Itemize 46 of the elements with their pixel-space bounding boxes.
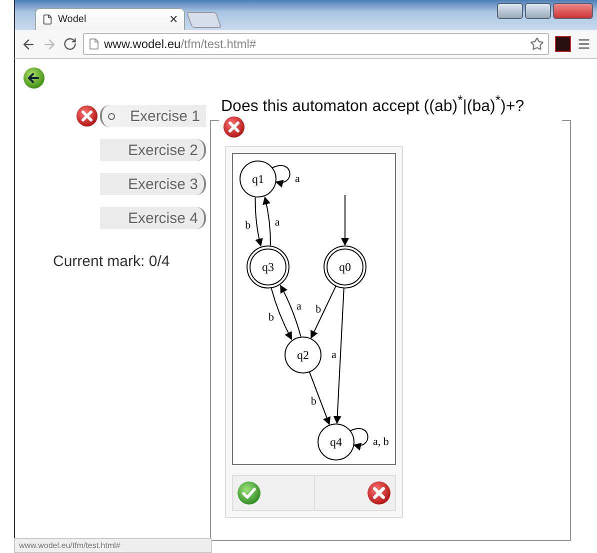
transition-arrow xyxy=(350,428,368,450)
status-bar: www.wodel.eu/tfm/test.html# xyxy=(14,538,212,553)
transition-label: b xyxy=(310,396,316,408)
transition-arrow xyxy=(270,288,292,340)
transition-label: a, b xyxy=(373,436,389,448)
minimize-button[interactable] xyxy=(497,3,523,19)
state-label: q1 xyxy=(252,172,264,186)
back-icon[interactable] xyxy=(21,36,36,52)
exercise-tab[interactable]: Exercise 1 xyxy=(100,105,206,127)
check-icon xyxy=(237,481,261,506)
transition-arrow xyxy=(262,196,271,246)
bookmark-star-icon[interactable] xyxy=(530,37,544,51)
reload-icon[interactable] xyxy=(63,37,77,51)
state-label: q2 xyxy=(297,348,309,362)
tab-title: Wodel xyxy=(58,14,88,25)
transition-arrow xyxy=(272,165,290,188)
transition-label: b xyxy=(245,220,251,232)
current-mark: Current mark: 0/4 xyxy=(53,253,171,270)
question-text: Does this automaton accept ((ab)$^{*}$|(ba)$^{*}$)+? xyxy=(221,93,526,116)
transition-arrow xyxy=(254,197,263,247)
state-label: q3 xyxy=(262,260,274,274)
exercise-tab[interactable]: Exercise 4 xyxy=(100,207,206,229)
transition-arrow xyxy=(280,285,302,338)
transition-arrow xyxy=(308,372,331,426)
url-host: www.wodel.eu xyxy=(104,37,181,51)
address-bar[interactable]: www.wodel.eu/tfm/test.html# xyxy=(83,33,549,55)
menu-icon[interactable] xyxy=(577,37,591,51)
transition-label: b xyxy=(268,312,274,324)
exercise-tab[interactable]: Exercise 3 xyxy=(100,173,206,195)
transition-label: a xyxy=(296,300,302,313)
page-icon xyxy=(88,38,100,50)
exercise-tab[interactable]: Exercise 2 xyxy=(100,139,206,161)
browser-tab[interactable]: Wodel ✕ xyxy=(35,8,185,30)
close-tab-icon[interactable]: ✕ xyxy=(169,13,178,26)
maximize-button[interactable] xyxy=(525,3,551,19)
state-label: q4 xyxy=(330,435,342,450)
transition-label: b xyxy=(316,304,322,316)
pdf-icon[interactable] xyxy=(555,36,571,52)
transition-label: a xyxy=(295,173,300,186)
state-label: q0 xyxy=(339,260,351,274)
page-icon xyxy=(42,14,53,25)
transition-label: a xyxy=(274,216,280,229)
close-window-button[interactable] xyxy=(553,3,593,19)
transition-label: a xyxy=(332,350,336,362)
cross-icon xyxy=(367,481,391,506)
url-path: /tfm/test.html# xyxy=(180,37,256,51)
